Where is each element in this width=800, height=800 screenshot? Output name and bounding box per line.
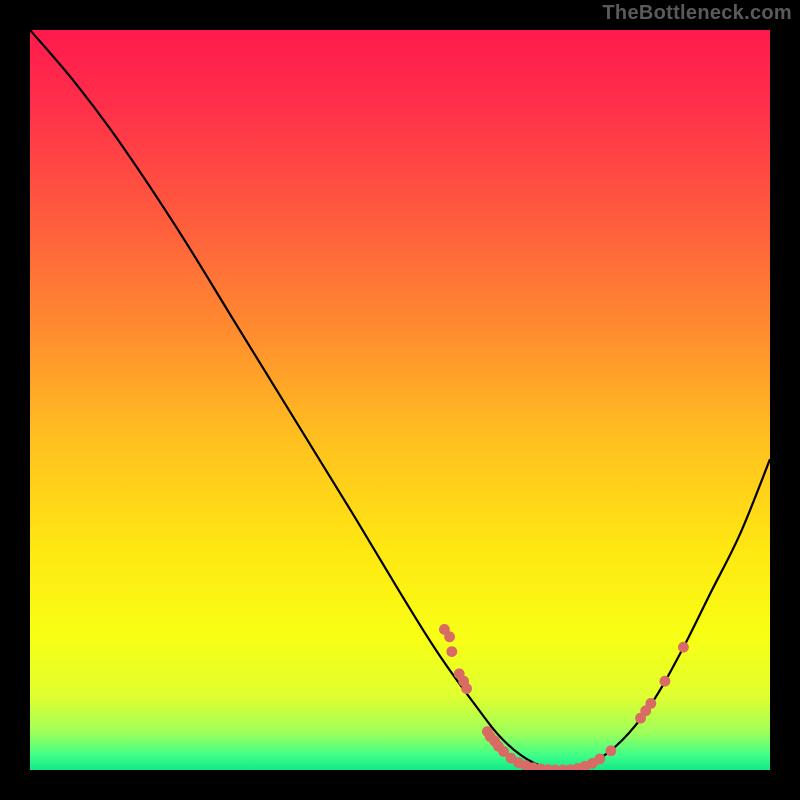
data-marker (446, 646, 457, 657)
data-marker (461, 683, 472, 694)
data-marker (606, 745, 617, 756)
data-marker (660, 676, 671, 687)
attribution-label: TheBottleneck.com (602, 2, 792, 25)
gradient-background (30, 30, 770, 770)
bottleneck-chart (30, 30, 770, 770)
chart-container: TheBottleneck.com (0, 0, 800, 800)
data-marker (645, 698, 656, 709)
data-marker (678, 642, 689, 653)
data-marker (594, 754, 605, 765)
data-marker (444, 631, 455, 642)
